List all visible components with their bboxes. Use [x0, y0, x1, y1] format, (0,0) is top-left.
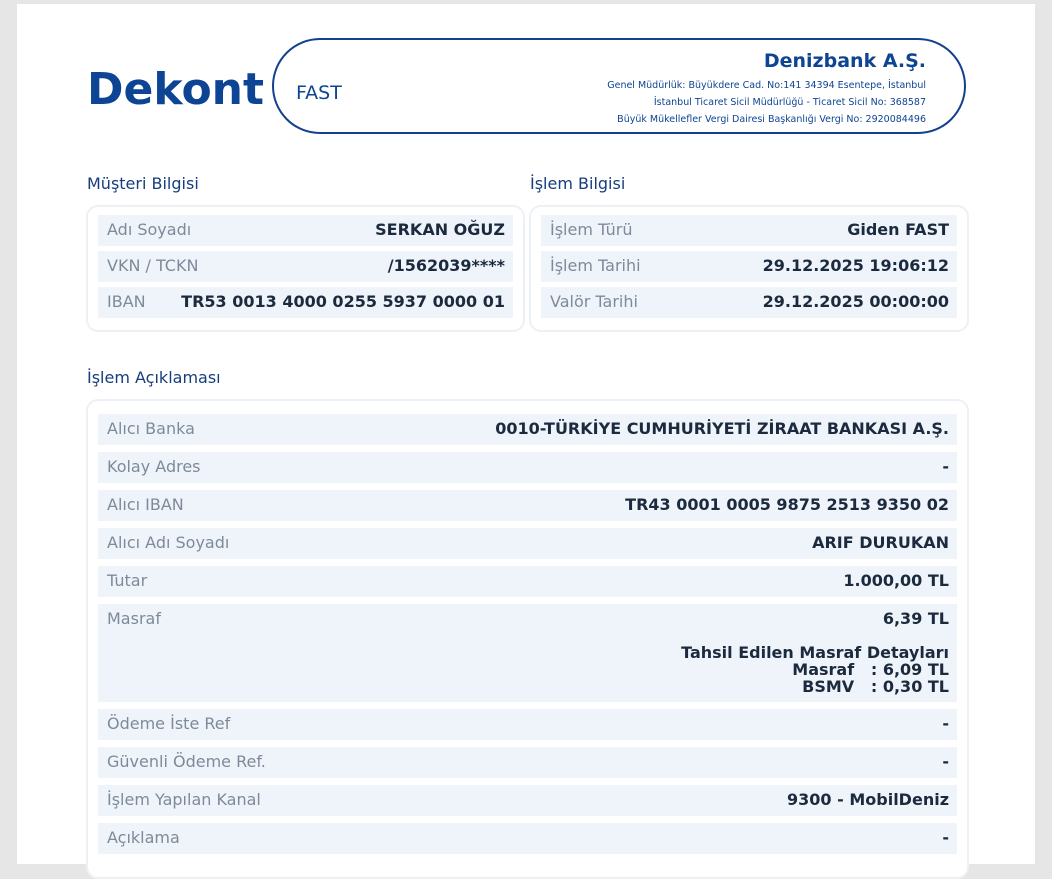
fee-details-bsmv: BSMV : 0,30 TL	[802, 677, 949, 696]
row-value: -	[942, 828, 949, 847]
row-value: /1562039****	[387, 256, 505, 275]
customer-row-iban: IBAN TR53 0013 4000 0255 5937 0000 01	[98, 287, 513, 318]
row-explanation: Açıklama -	[98, 823, 957, 854]
transaction-section-title: İşlem Bilgisi	[530, 174, 626, 193]
row-secure-ref: Güvenli Ödeme Ref. -	[98, 747, 957, 778]
row-channel: İşlem Yapılan Kanal 9300 - MobilDeniz	[98, 785, 957, 816]
bank-tax-number: Büyük Mükellefler Vergi Dairesi Başkanlı…	[617, 114, 926, 125]
row-value: 29.12.2025 00:00:00	[762, 292, 949, 311]
row-label: Güvenli Ödeme Ref.	[107, 752, 266, 771]
row-label: Masraf	[107, 609, 161, 628]
row-label: IBAN	[107, 292, 146, 311]
row-value: TR43 0001 0005 9875 2513 9350 02	[625, 495, 949, 514]
row-recipient-bank: Alıcı Banka 0010-TÜRKİYE CUMHURİYETİ ZİR…	[98, 414, 957, 445]
row-label: Kolay Adres	[107, 457, 201, 476]
bank-header: FAST Denizbank A.Ş. Genel Müdürlük: Büyü…	[272, 38, 966, 134]
transaction-row-type: İşlem Türü Giden FAST	[541, 215, 957, 246]
transaction-row-date: İşlem Tarihi 29.12.2025 19:06:12	[541, 251, 957, 282]
row-label: İşlem Tarihi	[550, 256, 641, 275]
row-label: Valör Tarihi	[550, 292, 638, 311]
row-label: Adı Soyadı	[107, 220, 192, 239]
customer-section-title: Müşteri Bilgisi	[87, 174, 199, 193]
row-label: Açıklama	[107, 828, 180, 847]
transaction-card: İşlem Türü Giden FAST İşlem Tarihi 29.12…	[529, 205, 969, 332]
row-amount: Tutar 1.000,00 TL	[98, 566, 957, 597]
row-value: 6,39 TL	[882, 609, 949, 628]
row-fee: Masraf 6,39 TL Tahsil Edilen Masraf Deta…	[98, 604, 957, 702]
row-value: -	[942, 752, 949, 771]
customer-row-tckn: VKN / TCKN /1562039****	[98, 251, 513, 282]
row-request-ref: Ödeme İste Ref -	[98, 709, 957, 740]
row-label: VKN / TCKN	[107, 256, 199, 275]
row-value: 29.12.2025 19:06:12	[762, 256, 949, 275]
row-value: 1.000,00 TL	[843, 571, 949, 590]
row-label: Ödeme İste Ref	[107, 714, 231, 733]
row-value: Giden FAST	[847, 220, 949, 239]
row-recipient-iban: Alıcı IBAN TR43 0001 0005 9875 2513 9350…	[98, 490, 957, 521]
customer-row-name: Adı Soyadı SERKAN OĞUZ	[98, 215, 513, 246]
row-easy-address: Kolay Adres -	[98, 452, 957, 483]
row-label: Alıcı Banka	[107, 419, 195, 438]
service-type: FAST	[296, 82, 342, 104]
row-value: -	[942, 714, 949, 733]
row-value: TR53 0013 4000 0255 5937 0000 01	[181, 292, 505, 311]
document-title: Dekont	[87, 64, 265, 115]
row-label: Alıcı Adı Soyadı	[107, 533, 230, 552]
description-section-title: İşlem Açıklaması	[87, 368, 221, 387]
row-value: 0010-TÜRKİYE CUMHURİYETİ ZİRAAT BANKASI …	[495, 419, 949, 438]
fee-details-title: Tahsil Edilen Masraf Detayları	[681, 643, 949, 662]
row-recipient-name: Alıcı Adı Soyadı ARIF DURUKAN	[98, 528, 957, 559]
bank-name: Denizbank A.Ş.	[763, 50, 926, 72]
bank-address: Genel Müdürlük: Büyükdere Cad. No:141 34…	[607, 80, 926, 91]
row-label: Tutar	[107, 571, 148, 590]
row-label: İşlem Türü	[550, 220, 633, 239]
description-card: Alıcı Banka 0010-TÜRKİYE CUMHURİYETİ ZİR…	[86, 399, 969, 879]
fee-details-fee: Masraf : 6,09 TL	[792, 660, 949, 679]
receipt-page: Dekont FAST Denizbank A.Ş. Genel Müdürlü…	[17, 4, 1035, 879]
row-label: Alıcı IBAN	[107, 495, 184, 514]
row-value: ARIF DURUKAN	[812, 533, 949, 552]
customer-card: Adı Soyadı SERKAN OĞUZ VKN / TCKN /15620…	[86, 205, 525, 332]
bank-registry: İstanbul Ticaret Sicil Müdürlüğü - Ticar…	[653, 97, 926, 108]
transaction-row-value-date: Valör Tarihi 29.12.2025 00:00:00	[541, 287, 957, 318]
row-value: 9300 - MobilDeniz	[787, 790, 949, 809]
fee-details: Tahsil Edilen Masraf Detayları Masraf : …	[681, 644, 949, 695]
row-value: SERKAN OĞUZ	[375, 220, 505, 239]
row-label: İşlem Yapılan Kanal	[107, 790, 261, 809]
row-value: -	[942, 457, 949, 476]
